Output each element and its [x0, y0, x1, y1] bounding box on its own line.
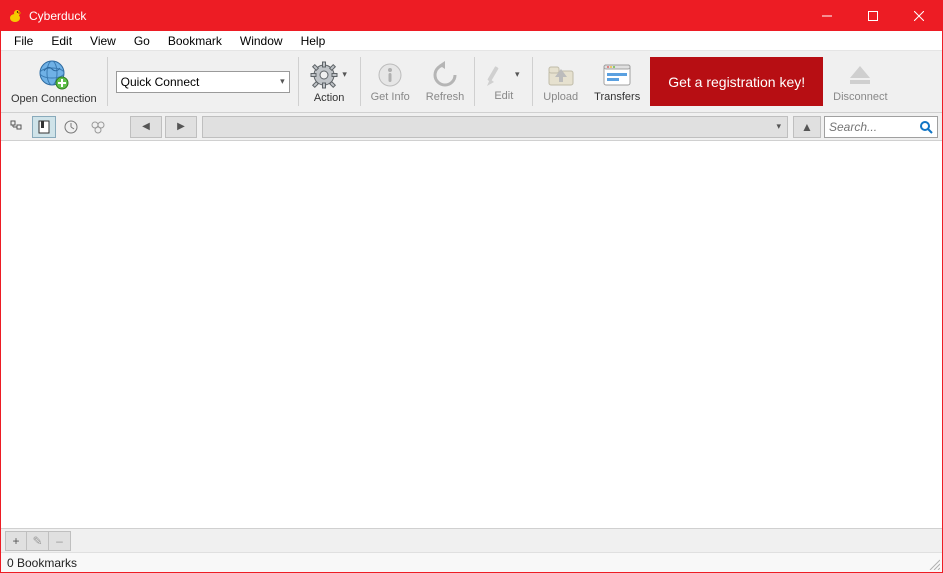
menu-go[interactable]: Go: [125, 32, 159, 50]
menubar: File Edit View Go Bookmark Window Help: [1, 31, 942, 51]
open-connection-label: Open Connection: [11, 93, 97, 105]
registration-banner[interactable]: Get a registration key!: [650, 57, 823, 106]
quick-connect-value: Quick Connect: [121, 75, 200, 89]
chevron-down-icon: ▾: [280, 76, 285, 87]
menu-view[interactable]: View: [81, 32, 125, 50]
toolbar: Open Connection Quick Connect ▾: [1, 51, 942, 113]
edit-button[interactable]: ▾ Edit: [477, 51, 530, 112]
pencil-icon: [485, 62, 511, 88]
close-button[interactable]: [896, 1, 942, 31]
registration-banner-text: Get a registration key!: [668, 74, 805, 90]
quick-connect-container: Quick Connect ▾: [110, 51, 296, 112]
open-connection-button[interactable]: Open Connection: [3, 51, 105, 112]
menu-bookmark[interactable]: Bookmark: [159, 32, 231, 50]
gear-icon: [309, 60, 339, 90]
view-bonjour-button[interactable]: [86, 116, 110, 138]
app-icon: [7, 8, 23, 24]
bookmark-icon: [37, 120, 51, 134]
minimize-button[interactable]: [804, 1, 850, 31]
tree-icon: [10, 120, 24, 134]
status-text: 0 Bookmarks: [7, 556, 77, 570]
statusbar: 0 Bookmarks: [1, 552, 942, 572]
search-icon: [919, 120, 933, 134]
get-info-button[interactable]: Get Info: [363, 51, 418, 112]
remove-bookmark-button[interactable]: –: [49, 531, 71, 551]
nav-back-button[interactable]: ◀: [130, 116, 162, 138]
history-icon: [64, 120, 78, 134]
transfers-icon: [602, 61, 632, 89]
separator: [532, 57, 533, 106]
refresh-label: Refresh: [426, 91, 465, 103]
separator: [107, 57, 108, 106]
pencil-icon: ✎: [32, 534, 42, 548]
edit-bookmark-button[interactable]: ✎: [27, 531, 49, 551]
upload-label: Upload: [543, 91, 578, 103]
eject-icon: [846, 61, 874, 89]
minus-icon: –: [56, 534, 63, 548]
action-dropdown-arrow[interactable]: ▾: [340, 69, 350, 80]
maximize-button[interactable]: [850, 1, 896, 31]
bonjour-icon: [91, 120, 105, 134]
plus-icon: +: [12, 534, 19, 548]
menu-file[interactable]: File: [5, 32, 42, 50]
action-label: Action: [314, 92, 345, 104]
edit-label: Edit: [494, 90, 513, 102]
footbar: + ✎ –: [1, 528, 942, 552]
info-icon: [376, 61, 404, 89]
separator: [298, 57, 299, 106]
refresh-icon: [431, 61, 459, 89]
nav-up-button[interactable]: ▲: [793, 116, 821, 138]
nav-forward-button[interactable]: ▶: [165, 116, 197, 138]
search-box[interactable]: [824, 116, 938, 138]
disconnect-button[interactable]: Disconnect: [825, 51, 895, 112]
chevron-down-icon: ▾: [776, 121, 781, 132]
separator: [474, 57, 475, 106]
upload-icon: [546, 61, 576, 89]
disconnect-label: Disconnect: [833, 91, 887, 103]
action-button[interactable]: ▾ Action: [301, 51, 358, 112]
transfers-label: Transfers: [594, 91, 640, 103]
search-input[interactable]: [829, 120, 915, 134]
refresh-button[interactable]: Refresh: [418, 51, 473, 112]
get-info-label: Get Info: [371, 91, 410, 103]
separator: [360, 57, 361, 106]
globe-plus-icon: [38, 59, 70, 91]
edit-dropdown-arrow[interactable]: ▾: [512, 69, 522, 80]
quick-connect-combo[interactable]: Quick Connect ▾: [116, 71, 290, 93]
transfers-button[interactable]: Transfers: [586, 51, 648, 112]
menu-help[interactable]: Help: [292, 32, 335, 50]
view-history-button[interactable]: [59, 116, 83, 138]
menu-edit[interactable]: Edit: [42, 32, 81, 50]
add-bookmark-button[interactable]: +: [5, 531, 27, 551]
path-dropdown[interactable]: ▾: [202, 116, 788, 138]
menu-window[interactable]: Window: [231, 32, 292, 50]
titlebar: Cyberduck: [1, 1, 942, 31]
navbar: ◀ ▶ ▾ ▲: [1, 113, 942, 141]
view-bookmarks-button[interactable]: [32, 116, 56, 138]
window-title: Cyberduck: [29, 9, 86, 23]
content-area[interactable]: [1, 141, 942, 528]
upload-button[interactable]: Upload: [535, 51, 586, 112]
resize-grip[interactable]: [928, 558, 940, 570]
view-browser-button[interactable]: [5, 116, 29, 138]
